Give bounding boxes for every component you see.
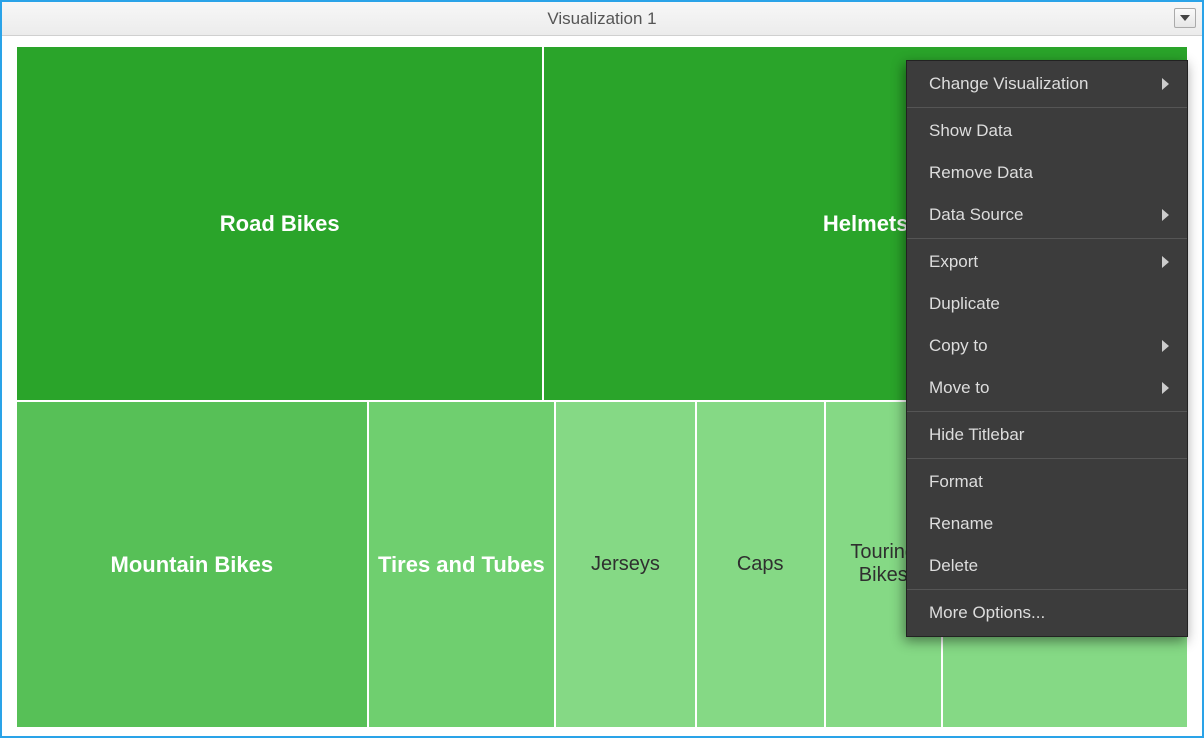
menu-item-data-source[interactable]: Data Source <box>907 194 1187 236</box>
menu-group: Change Visualization <box>907 61 1187 107</box>
chevron-down-icon <box>1180 15 1190 21</box>
menu-group: Show Data Remove Data Data Source <box>907 107 1187 238</box>
menu-item-remove-data[interactable]: Remove Data <box>907 152 1187 194</box>
chevron-right-icon <box>1162 382 1169 394</box>
chevron-right-icon <box>1162 209 1169 221</box>
treemap-cell[interactable]: Tires and Tubes <box>368 401 556 728</box>
menu-item-label: Remove Data <box>929 163 1033 183</box>
menu-item-move-to[interactable]: Move to <box>907 367 1187 409</box>
menu-item-label: Change Visualization <box>929 74 1088 94</box>
menu-item-label: Copy to <box>929 336 988 356</box>
menu-item-copy-to[interactable]: Copy to <box>907 325 1187 367</box>
titlebar: Visualization 1 <box>2 2 1202 36</box>
menu-item-hide-titlebar[interactable]: Hide Titlebar <box>907 414 1187 456</box>
menu-item-label: Format <box>929 472 983 492</box>
options-dropdown-button[interactable] <box>1174 8 1196 28</box>
treemap-cell[interactable]: Jerseys <box>555 401 696 728</box>
treemap-cell[interactable]: Caps <box>696 401 825 728</box>
panel-title: Visualization 1 <box>547 9 656 29</box>
menu-group: Hide Titlebar <box>907 411 1187 458</box>
menu-item-label: Move to <box>929 378 989 398</box>
chevron-right-icon <box>1162 340 1169 352</box>
menu-item-rename[interactable]: Rename <box>907 503 1187 545</box>
visualization-panel: Visualization 1 Road BikesHelmetsMountai… <box>0 0 1204 738</box>
menu-item-duplicate[interactable]: Duplicate <box>907 283 1187 325</box>
menu-item-label: Data Source <box>929 205 1024 225</box>
context-menu: Change Visualization Show Data Remove Data… <box>906 60 1188 637</box>
menu-item-label: Hide Titlebar <box>929 425 1024 445</box>
menu-item-label: Show Data <box>929 121 1012 141</box>
menu-item-format[interactable]: Format <box>907 461 1187 503</box>
treemap-cell[interactable]: Mountain Bikes <box>16 401 368 728</box>
menu-item-show-data[interactable]: Show Data <box>907 110 1187 152</box>
menu-item-change-visualization[interactable]: Change Visualization <box>907 63 1187 105</box>
menu-group: Format Rename Delete <box>907 458 1187 589</box>
chevron-right-icon <box>1162 256 1169 268</box>
menu-item-label: Export <box>929 252 978 272</box>
treemap-cell[interactable]: Road Bikes <box>16 46 543 401</box>
menu-item-export[interactable]: Export <box>907 241 1187 283</box>
menu-item-delete[interactable]: Delete <box>907 545 1187 587</box>
menu-item-label: Duplicate <box>929 294 1000 314</box>
menu-item-label: Rename <box>929 514 993 534</box>
menu-item-more-options[interactable]: More Options... <box>907 592 1187 634</box>
menu-item-label: Delete <box>929 556 978 576</box>
chevron-right-icon <box>1162 78 1169 90</box>
menu-item-label: More Options... <box>929 603 1045 623</box>
menu-group: More Options... <box>907 589 1187 636</box>
menu-group: Export Duplicate Copy to Move to <box>907 238 1187 411</box>
